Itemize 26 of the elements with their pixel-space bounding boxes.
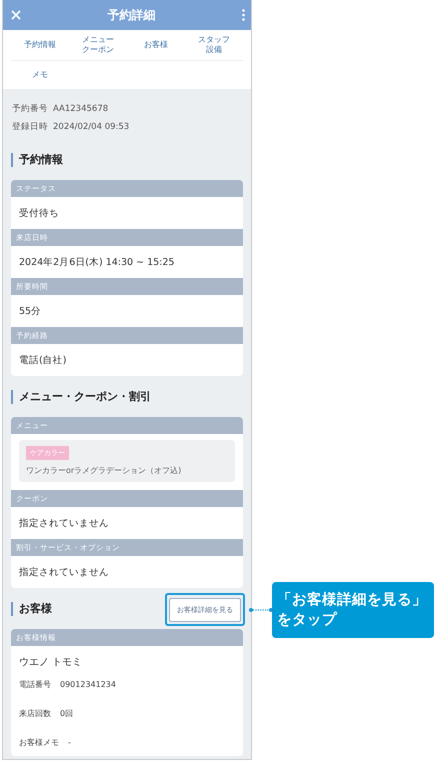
meta-line: 登録日時 2024/02/04 09:53	[12, 121, 130, 133]
field-value: 2024年2月6日(木) 14:30 ~ 15:25	[18, 256, 176, 270]
customer-detail: 電話番号 09012341234	[19, 679, 117, 690]
customer-detail: お客様メモ -	[19, 737, 72, 748]
close-icon[interactable]	[11, 10, 21, 20]
tab[interactable]: お客様	[138, 40, 174, 50]
meta-line: 予約番号 AA12345678	[12, 103, 110, 115]
section-title: 予約情報	[11, 153, 63, 167]
callout-note: 「お客様詳細を見る」 をタップ	[272, 582, 434, 638]
tab[interactable]: メニュークーポン	[80, 35, 116, 55]
section-title: お客様	[11, 602, 52, 616]
tab[interactable]: スタッフ設備	[196, 35, 232, 55]
section-title: メニュー・クーポン・割引	[11, 390, 151, 404]
field-value: 指定されていません	[18, 516, 110, 530]
leader-line	[248, 607, 274, 613]
screen-title: 予約詳細	[108, 6, 156, 24]
tab[interactable]: 予約情報	[22, 40, 58, 50]
more-icon[interactable]	[242, 9, 245, 21]
menu-name: ワンカラーorラメグラデーション（オフ込)	[26, 465, 182, 476]
field-value: 指定されていません	[18, 566, 110, 580]
field-value: 受付待ち	[18, 206, 60, 220]
tab[interactable]: メモ	[22, 70, 58, 80]
field-value: 55分	[18, 304, 42, 318]
customer-name: ウエノ トモミ	[19, 656, 84, 669]
customer-detail: 来店回数 0回	[19, 708, 74, 719]
field-value: 電話(自社)	[18, 354, 68, 368]
